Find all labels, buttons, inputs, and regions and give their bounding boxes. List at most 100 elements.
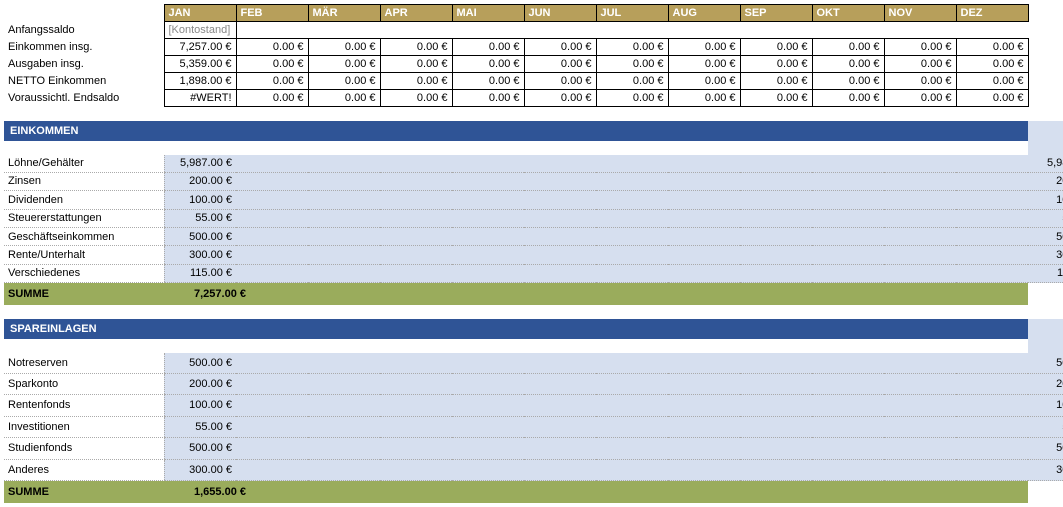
cell[interactable]: 500.00 €	[164, 227, 236, 245]
cell[interactable]	[596, 459, 668, 480]
cell[interactable]	[812, 438, 884, 459]
cell[interactable]	[452, 264, 524, 282]
cell[interactable]	[308, 459, 380, 480]
cell[interactable]	[884, 438, 956, 459]
cell[interactable]	[452, 172, 524, 190]
cell[interactable]: 0.00 €	[452, 90, 524, 107]
cell[interactable]	[740, 373, 812, 394]
cell[interactable]	[452, 246, 524, 264]
cell[interactable]: 0.00 €	[236, 56, 308, 73]
cell[interactable]: 0.00 €	[956, 56, 1028, 73]
cell[interactable]	[236, 246, 308, 264]
month-header[interactable]: SEP	[740, 5, 812, 22]
month-header[interactable]: JUL	[596, 5, 668, 22]
cell[interactable]	[452, 155, 524, 173]
cell[interactable]	[668, 416, 740, 437]
cell[interactable]	[956, 191, 1028, 209]
cell[interactable]: 0.00 €	[236, 39, 308, 56]
cell[interactable]	[380, 172, 452, 190]
cell[interactable]	[956, 459, 1028, 480]
cell[interactable]	[380, 353, 452, 374]
cell[interactable]	[740, 353, 812, 374]
cell[interactable]	[812, 172, 884, 190]
cell[interactable]	[668, 246, 740, 264]
cell[interactable]	[956, 264, 1028, 282]
cell[interactable]	[884, 373, 956, 394]
cell[interactable]	[884, 209, 956, 227]
cell[interactable]	[308, 191, 380, 209]
cell[interactable]: 55.00 €	[164, 209, 236, 227]
cell[interactable]	[740, 459, 812, 480]
cell[interactable]: 5,987.00 €	[164, 155, 236, 173]
cell[interactable]	[812, 416, 884, 437]
cell[interactable]	[452, 191, 524, 209]
cell[interactable]	[596, 209, 668, 227]
cell[interactable]: 0.00 €	[236, 90, 308, 107]
cell[interactable]: 0.00 €	[884, 90, 956, 107]
cell[interactable]	[524, 155, 596, 173]
cell[interactable]	[380, 264, 452, 282]
cell[interactable]	[236, 416, 308, 437]
month-header[interactable]: NOV	[884, 5, 956, 22]
cell[interactable]	[236, 353, 308, 374]
cell[interactable]: 0.00 €	[380, 56, 452, 73]
cell[interactable]	[452, 438, 524, 459]
cell[interactable]: 5,359.00 €	[164, 56, 236, 73]
cell[interactable]	[668, 191, 740, 209]
month-header[interactable]: OKT	[812, 5, 884, 22]
cell[interactable]	[596, 438, 668, 459]
cell[interactable]	[524, 373, 596, 394]
cell[interactable]	[956, 227, 1028, 245]
cell[interactable]	[668, 209, 740, 227]
cell[interactable]	[596, 191, 668, 209]
cell[interactable]	[380, 155, 452, 173]
cell[interactable]	[236, 438, 308, 459]
cell[interactable]	[884, 416, 956, 437]
cell[interactable]: 200.00 €	[164, 373, 236, 394]
cell[interactable]	[740, 246, 812, 264]
cell[interactable]	[740, 191, 812, 209]
cell[interactable]: 500.00 €	[164, 438, 236, 459]
cell[interactable]	[956, 395, 1028, 416]
cell[interactable]	[308, 438, 380, 459]
cell[interactable]	[740, 155, 812, 173]
cell[interactable]: 1,898.00 €	[164, 73, 236, 90]
cell[interactable]	[308, 155, 380, 173]
month-header[interactable]: DEZ	[956, 5, 1028, 22]
cell[interactable]: 0.00 €	[740, 56, 812, 73]
cell[interactable]: 0.00 €	[668, 73, 740, 90]
cell[interactable]: 0.00 €	[668, 39, 740, 56]
cell[interactable]	[308, 353, 380, 374]
cell[interactable]	[668, 459, 740, 480]
cell[interactable]	[956, 246, 1028, 264]
cell[interactable]: 0.00 €	[740, 39, 812, 56]
cell[interactable]	[668, 438, 740, 459]
cell[interactable]	[812, 353, 884, 374]
cell[interactable]	[596, 353, 668, 374]
cell[interactable]: 0.00 €	[380, 73, 452, 90]
cell[interactable]	[524, 459, 596, 480]
cell[interactable]	[812, 373, 884, 394]
cell[interactable]	[236, 395, 308, 416]
cell[interactable]	[308, 395, 380, 416]
cell[interactable]	[452, 395, 524, 416]
cell[interactable]	[452, 227, 524, 245]
cell[interactable]: #WERT!	[164, 90, 236, 107]
cell[interactable]: 300.00 €	[164, 459, 236, 480]
cell[interactable]: 0.00 €	[308, 56, 380, 73]
cell[interactable]	[524, 416, 596, 437]
cell[interactable]	[236, 191, 308, 209]
cell[interactable]	[956, 172, 1028, 190]
cell[interactable]: 0.00 €	[524, 39, 596, 56]
cell[interactable]: 300.00 €	[164, 246, 236, 264]
cell[interactable]: 100.00 €	[164, 191, 236, 209]
cell[interactable]: 0.00 €	[812, 39, 884, 56]
cell[interactable]: 0.00 €	[596, 56, 668, 73]
cell[interactable]	[236, 459, 308, 480]
cell[interactable]	[308, 172, 380, 190]
cell[interactable]	[380, 438, 452, 459]
cell[interactable]	[524, 264, 596, 282]
cell[interactable]	[740, 209, 812, 227]
cell[interactable]: 0.00 €	[596, 90, 668, 107]
cell[interactable]	[236, 172, 308, 190]
